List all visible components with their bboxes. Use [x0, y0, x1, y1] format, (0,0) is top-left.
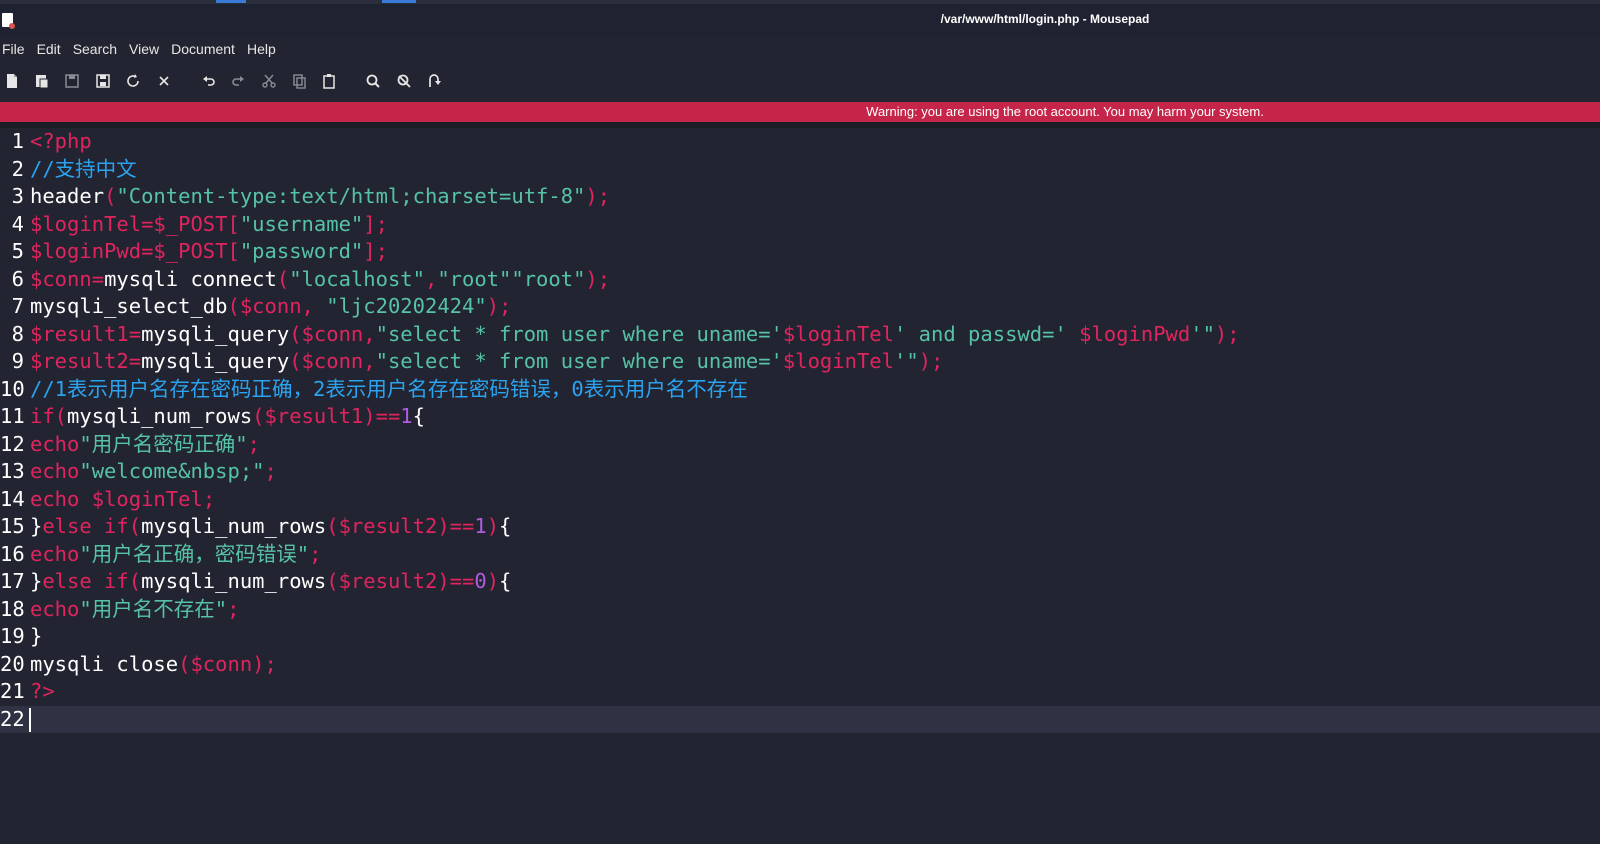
menu-view[interactable]: View [127, 41, 167, 57]
code-line[interactable]: 13 echo"welcome&nbsp;"; [0, 458, 1600, 486]
line-number: 2 [11, 156, 24, 181]
code-text: echo $loginTel; [30, 486, 216, 511]
paste-icon[interactable] [320, 72, 338, 90]
menu-document[interactable]: Document [169, 41, 243, 57]
line-number: 10 [0, 376, 25, 401]
code-text: }else if(mysqli_num_rows($result2)==1){ [30, 514, 512, 538]
code-text: ?> [30, 679, 55, 703]
text-editor[interactable]: 1 <?php 2//支持中文 3 header("Content-type:text/… [0, 128, 1600, 844]
code-text: //支持中文 [30, 156, 137, 181]
line-number: 6 [11, 266, 24, 291]
code-line[interactable]: 16 echo"用户名正确，密码错误"; [0, 541, 1600, 569]
code-line[interactable]: 8 $result1=mysqli_query($conn,"select * f… [0, 321, 1600, 349]
reload-icon[interactable] [124, 72, 142, 90]
code-line[interactable]: 11 if(mysqli_num_rows($result1)==1{ [0, 403, 1600, 431]
line-number: 4 [11, 211, 24, 236]
line-number: 19 [0, 624, 25, 648]
code-text: header("Content-type:text/html;charset=u… [30, 184, 611, 208]
find-replace-icon[interactable] [395, 72, 413, 90]
code-text: echo"用户名不存在"; [30, 596, 240, 621]
code-line[interactable]: 1 <?php [0, 128, 1600, 156]
code-line[interactable]: 21 ?> [0, 678, 1600, 706]
line-number: 17 [0, 569, 25, 593]
go-to-line-icon[interactable] [425, 72, 443, 90]
line-number: 16 [0, 541, 25, 566]
code-line[interactable]: 15}else if(mysqli_num_rows($result2)==1)… [0, 513, 1600, 541]
code-text: <?php [30, 129, 92, 153]
line-number: 14 [0, 486, 25, 511]
code-line[interactable]: 3 header("Content-type:text/html;charset=… [0, 183, 1600, 211]
menu-edit[interactable]: Edit [35, 41, 69, 57]
code-line[interactable]: 7 mysqli_select_db($conn, "ljc20202424"); [0, 293, 1600, 321]
title-bar[interactable]: /var/www/html/login.php - Mousepad [0, 0, 1600, 36]
code-text: mysqli_select_db($conn, "ljc20202424"); [30, 294, 512, 318]
line-number: 7 [11, 294, 24, 318]
code-line[interactable]: 12 echo"用户名密码正确"; [0, 431, 1600, 459]
menu-search[interactable]: Search [71, 41, 125, 57]
code-text: if(mysqli_num_rows($result1)==1{ [30, 404, 425, 428]
redo-icon[interactable] [229, 72, 247, 90]
line-number: 3 [11, 184, 24, 208]
line-number: 20 [0, 651, 25, 676]
code-line[interactable]: 14 echo $loginTel; [0, 486, 1600, 514]
line-number: 15 [0, 514, 25, 538]
code-text [29, 706, 31, 734]
code-line[interactable]: 10//1表示用户名存在密码正确，2表示用户名存在密码错误，0表示用户名不存在 [0, 376, 1600, 404]
code-line[interactable]: 2//支持中文 [0, 156, 1600, 184]
code-text: $conn=mysqli connect("localhost","root""… [30, 266, 611, 291]
code-line[interactable]: 19} [0, 623, 1600, 651]
find-icon[interactable] [364, 72, 382, 90]
window-title: /var/www/html/login.php - Mousepad [940, 12, 1150, 26]
undo-icon[interactable] [200, 72, 218, 90]
line-number: 1 [11, 129, 24, 153]
cut-icon[interactable] [260, 72, 278, 90]
line-number: 22 [0, 706, 25, 731]
code-line[interactable]: 9 $result2=mysqli_query($conn,"select * f… [0, 348, 1600, 376]
code-text: $loginPwd=$_POST["password"]; [30, 239, 388, 263]
new-document-icon[interactable] [3, 72, 21, 90]
line-number: 18 [0, 596, 25, 621]
code-text: $loginTel=$_POST["username"]; [30, 211, 388, 236]
menu-help[interactable]: Help [245, 41, 284, 57]
close-icon[interactable] [155, 72, 173, 90]
code-line[interactable]: 4 $loginTel=$_POST["username"]; [0, 211, 1600, 239]
line-number: 12 [0, 431, 25, 456]
code-text: mysqli close($conn); [30, 651, 277, 676]
code-text: echo"用户名正确，密码错误"; [30, 541, 322, 566]
code-line[interactable]: 6 $conn=mysqli connect("localhost","root"… [0, 266, 1600, 294]
code-line[interactable]: 20 mysqli close($conn); [0, 651, 1600, 679]
code-text: $result1=mysqli_query($conn,"select * fr… [30, 321, 1240, 346]
copy-icon[interactable] [290, 72, 308, 90]
code-line[interactable]: 22 [0, 705, 1600, 734]
save-icon[interactable] [63, 72, 81, 90]
line-number: 11 [0, 404, 25, 428]
menu-bar: File Edit Search View Document Help [0, 36, 1600, 62]
line-number: 21 [0, 679, 25, 703]
code-text: echo"welcome&nbsp;"; [30, 459, 277, 483]
code-text: echo"用户名密码正确"; [30, 431, 260, 456]
code-line[interactable]: 5 $loginPwd=$_POST["password"]; [0, 238, 1600, 266]
toolbar [0, 66, 1600, 96]
code-text: } [30, 624, 43, 648]
workspace-strip [0, 0, 1600, 4]
text-cursor [29, 707, 31, 732]
root-warning-banner: Warning: you are using the root account.… [0, 102, 1600, 122]
menu-file[interactable]: File [0, 41, 33, 57]
code-text: $result2=mysqli_query($conn,"select * fr… [30, 349, 944, 373]
save-as-icon[interactable] [94, 72, 112, 90]
code-line[interactable]: 18 echo"用户名不存在"; [0, 596, 1600, 624]
line-number: 8 [11, 321, 24, 346]
line-number: 5 [11, 239, 24, 263]
code-text: }else if(mysqli_num_rows($result2)==0){ [30, 569, 512, 593]
line-number: 9 [11, 349, 24, 373]
new-window-icon[interactable] [33, 72, 51, 90]
code-line[interactable]: 17}else if(mysqli_num_rows($result2)==0)… [0, 568, 1600, 596]
line-number: 13 [0, 459, 25, 483]
code-text: //1表示用户名存在密码正确，2表示用户名存在密码错误，0表示用户名不存在 [30, 376, 748, 401]
